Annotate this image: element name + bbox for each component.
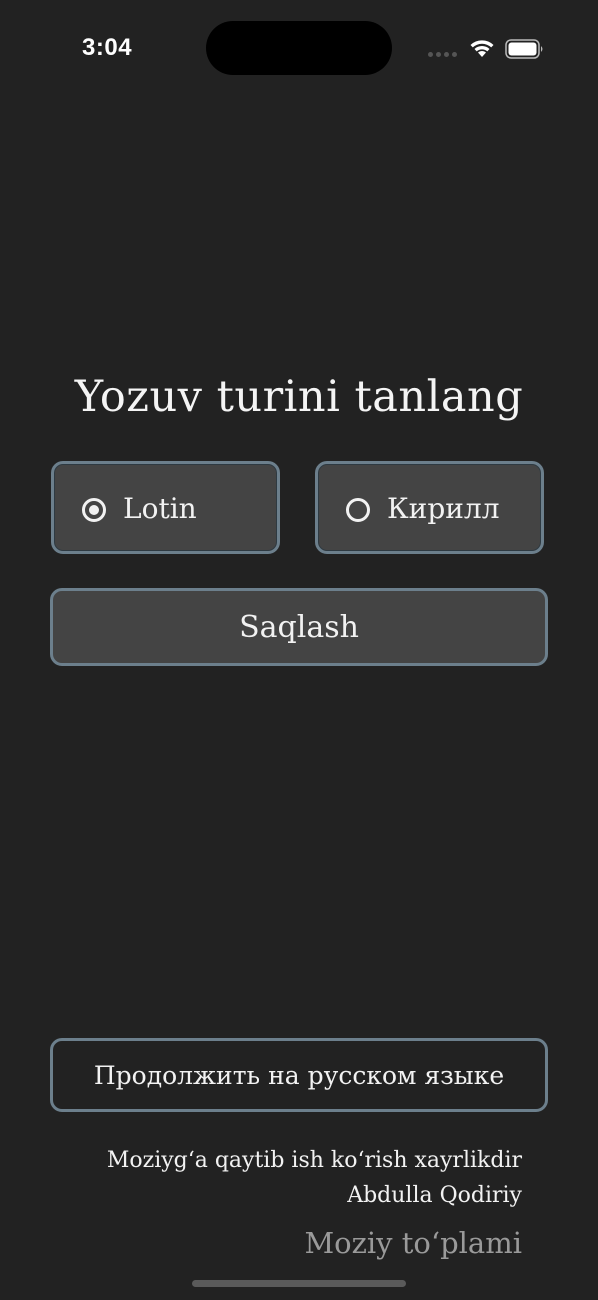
- brand-name: Moziy to‘plami: [304, 1226, 522, 1260]
- quote-text: Moziyg‘a qaytib ish ko‘rish xayrlikdir: [106, 1148, 522, 1173]
- status-bar: 3:04: [0, 0, 598, 96]
- wifi-icon: [470, 40, 494, 57]
- quote: Moziyg‘a qaytib ish ko‘rish xayrlikdir A…: [22, 1143, 522, 1213]
- save-button[interactable]: Saqlash: [50, 588, 548, 666]
- option-label-latin: Lotin: [123, 492, 197, 525]
- page-title: Yozuv turini tanlang: [74, 372, 524, 422]
- status-time: 3:04: [82, 34, 133, 61]
- option-label-cyrillic: Кирилл: [387, 492, 500, 525]
- radio-checked-icon[interactable]: [82, 498, 106, 522]
- dynamic-island: [206, 21, 392, 75]
- radio-unchecked-icon[interactable]: [346, 498, 370, 522]
- script-option-cyrillic[interactable]: Кирилл: [315, 461, 544, 554]
- home-indicator[interactable]: [192, 1280, 406, 1287]
- continue-russian-button[interactable]: Продолжить на русском языке: [50, 1038, 548, 1112]
- battery-icon: [505, 39, 543, 59]
- script-option-latin[interactable]: Lotin: [51, 461, 280, 554]
- quote-author: Abdulla Qodiriy: [347, 1183, 522, 1208]
